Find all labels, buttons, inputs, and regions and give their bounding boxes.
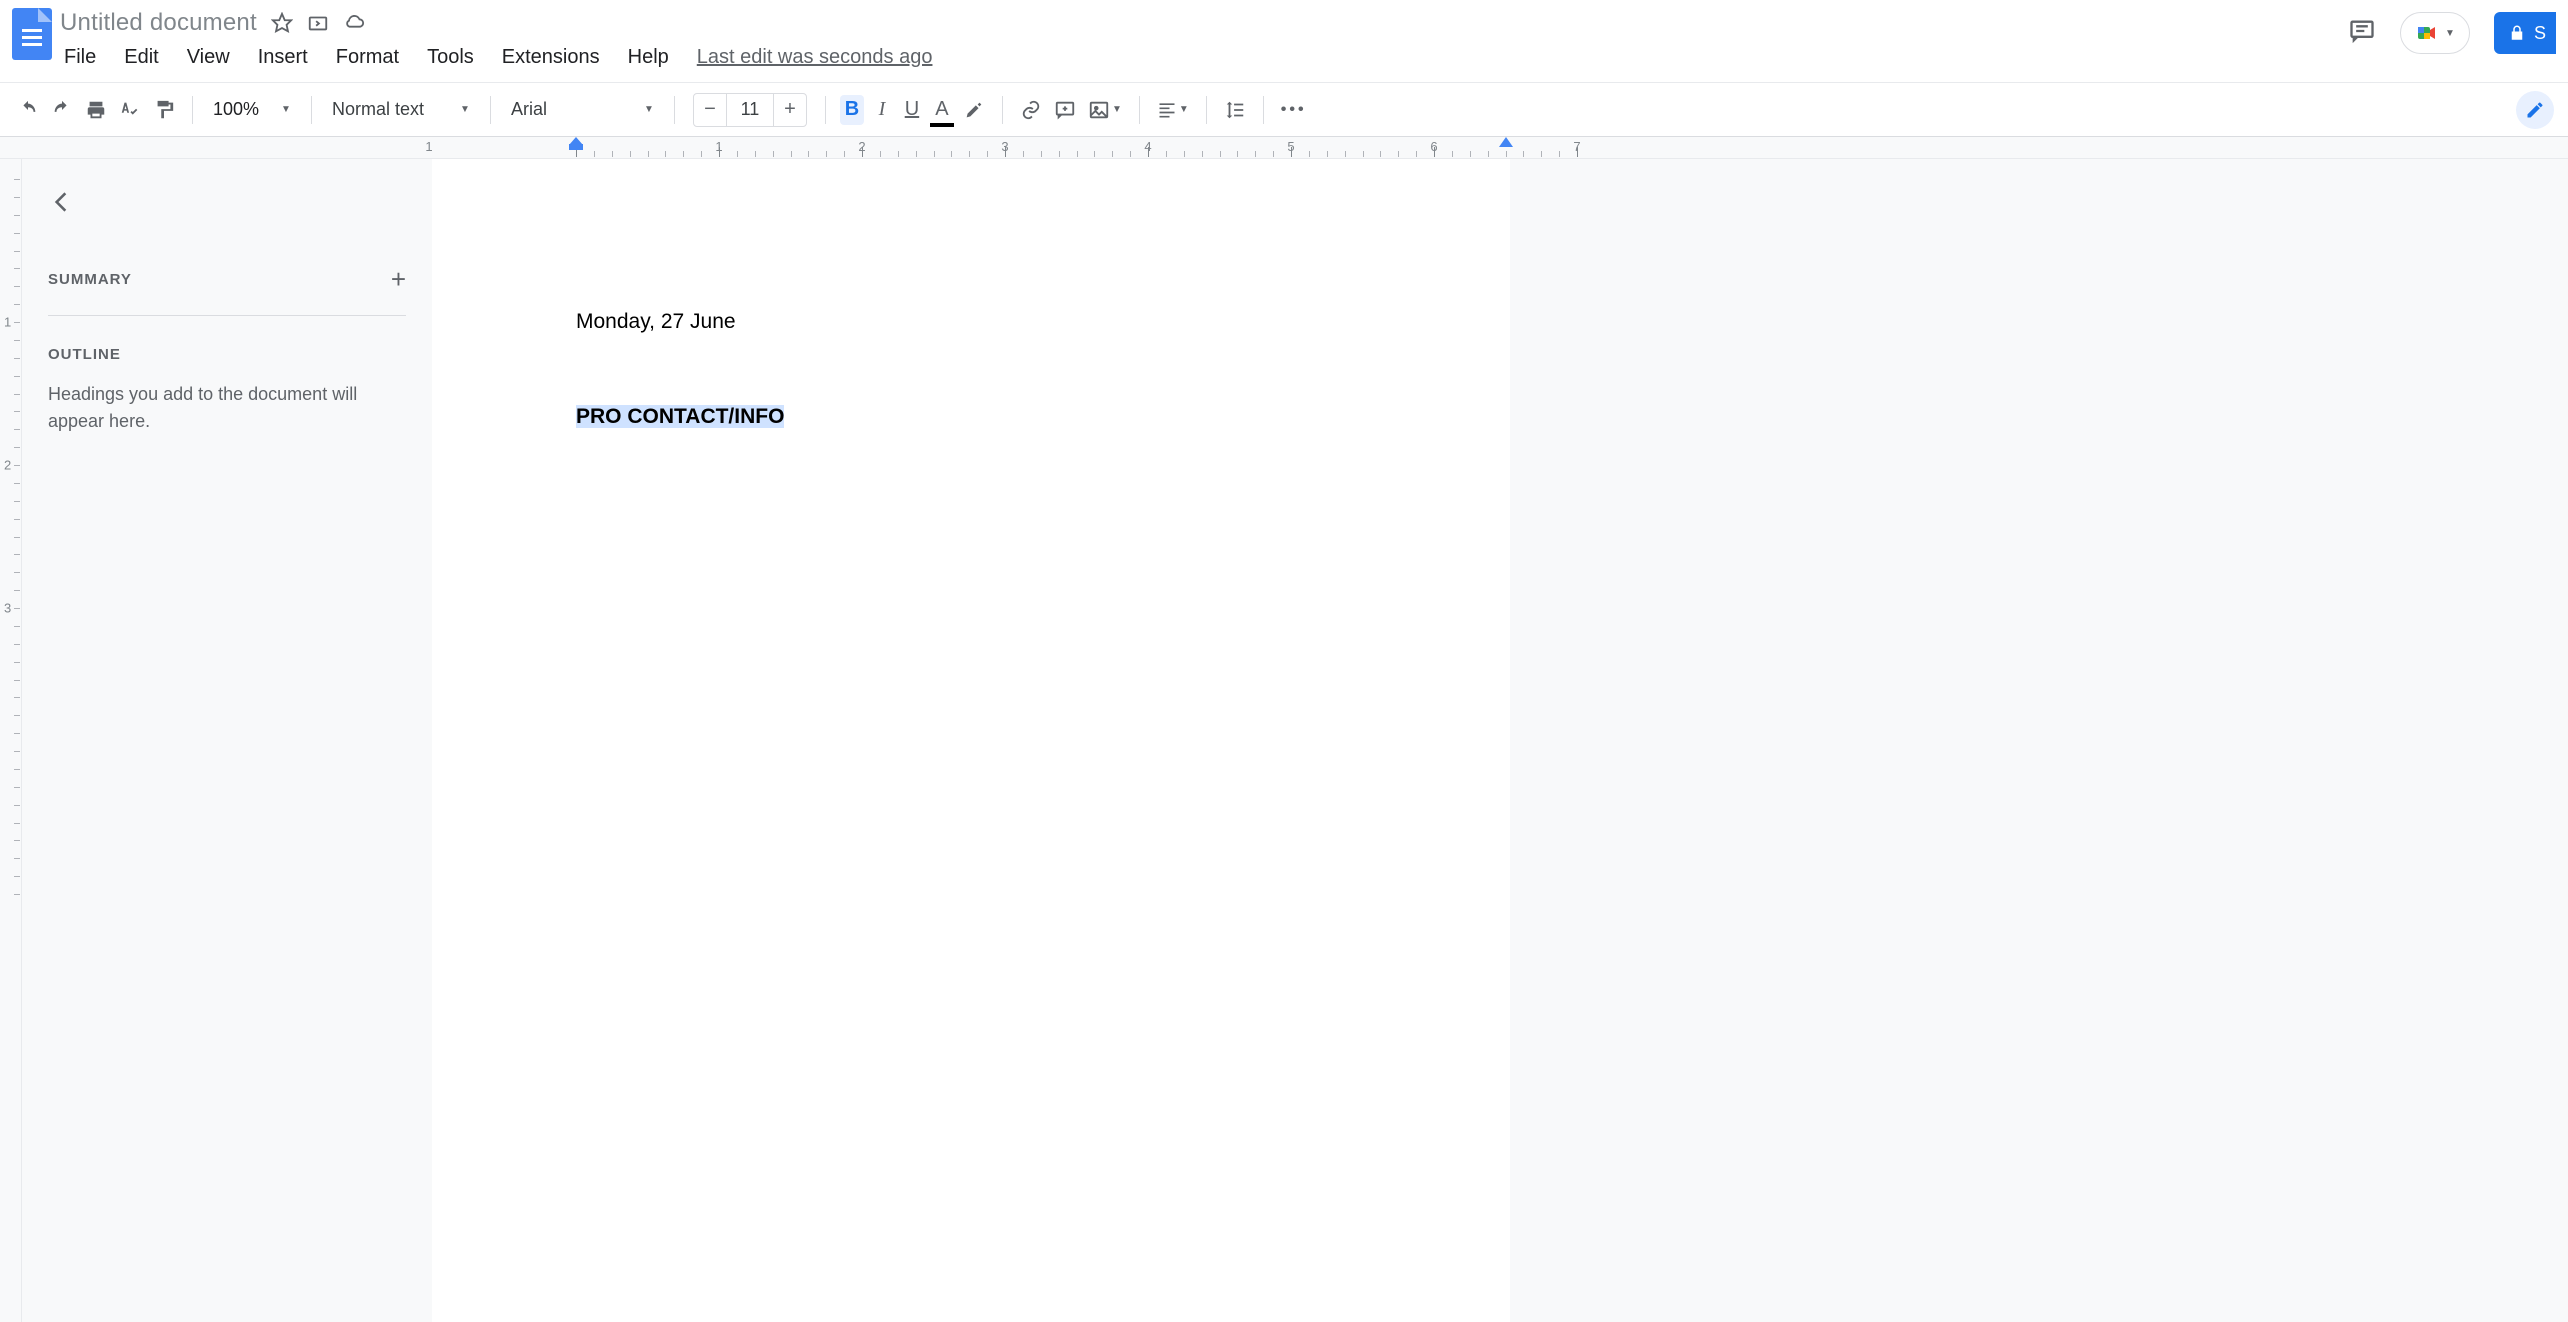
italic-button[interactable]: I: [870, 95, 894, 125]
summary-add-button[interactable]: +: [391, 264, 406, 295]
fontsize-stepper: − +: [693, 93, 807, 127]
fontsize-increase-button[interactable]: +: [774, 94, 806, 126]
outline-panel: SUMMARY + OUTLINE Headings you add to th…: [22, 159, 432, 1322]
document-line-2[interactable]: PRO CONTACT/INFO: [576, 404, 1366, 429]
spellcheck-button[interactable]: [116, 95, 144, 125]
chevron-down-icon: ▼: [644, 104, 654, 115]
document-title[interactable]: Untitled document: [60, 9, 257, 37]
chevron-down-icon: ▼: [1179, 104, 1189, 115]
toolbar: 100% ▼ Normal text ▼ Arial ▼ − + B I U A…: [0, 82, 2568, 137]
menubar: File Edit View Insert Format Tools Exten…: [60, 42, 2340, 72]
titlebar: Untitled document File Edit View Insert …: [0, 0, 2568, 82]
insert-link-button[interactable]: [1017, 95, 1045, 125]
chevron-down-icon: ▼: [281, 104, 291, 115]
print-button[interactable]: [82, 95, 110, 125]
menu-file[interactable]: File: [64, 46, 96, 69]
outline-empty-text: Headings you add to the document will ap…: [48, 381, 406, 435]
zoom-value: 100%: [213, 99, 259, 120]
comments-history-icon[interactable]: [2348, 17, 2376, 50]
title-area: Untitled document File Edit View Insert …: [60, 8, 2340, 72]
underline-button[interactable]: U: [900, 95, 924, 125]
last-edit-link[interactable]: Last edit was seconds ago: [697, 46, 933, 69]
menu-format[interactable]: Format: [336, 46, 399, 69]
menu-edit[interactable]: Edit: [124, 46, 158, 69]
page-scroll[interactable]: Monday, 27 June PRO CONTACT/INFO: [432, 159, 2568, 1322]
insert-image-button[interactable]: ▼: [1085, 95, 1125, 125]
fontsize-decrease-button[interactable]: −: [694, 94, 726, 126]
chevron-down-icon: ▼: [2445, 28, 2455, 39]
horizontal-ruler[interactable]: 11234567: [0, 137, 2568, 159]
document-line-2-text: PRO CONTACT/INFO: [576, 405, 784, 428]
menu-help[interactable]: Help: [628, 46, 669, 69]
star-icon[interactable]: [271, 12, 293, 34]
text-color-button[interactable]: A: [930, 95, 954, 125]
title-row: Untitled document: [60, 8, 2340, 38]
chevron-down-icon: ▼: [1112, 104, 1122, 115]
title-right: ▼ S: [2348, 8, 2556, 58]
undo-button[interactable]: [14, 95, 42, 125]
highlight-button[interactable]: [960, 95, 988, 125]
indent-marker[interactable]: [569, 137, 583, 150]
zoom-select[interactable]: 100% ▼: [207, 99, 297, 120]
menu-view[interactable]: View: [187, 46, 230, 69]
bold-button[interactable]: B: [840, 95, 864, 125]
align-button[interactable]: ▼: [1154, 95, 1192, 125]
paragraph-style-value: Normal text: [332, 99, 424, 120]
fontsize-input[interactable]: [726, 94, 774, 126]
right-indent-marker[interactable]: [1499, 137, 1513, 147]
document-line-1[interactable]: Monday, 27 June: [576, 309, 1366, 334]
font-family-select[interactable]: Arial ▼: [505, 99, 660, 120]
cloud-status-icon[interactable]: [343, 12, 365, 34]
insert-comment-button[interactable]: [1051, 95, 1079, 125]
document-page[interactable]: Monday, 27 June PRO CONTACT/INFO: [432, 159, 1510, 1322]
menu-insert[interactable]: Insert: [258, 46, 308, 69]
paragraph-style-select[interactable]: Normal text ▼: [326, 99, 476, 120]
workspace: 123 SUMMARY + OUTLINE Headings you add t…: [0, 159, 2568, 1322]
menu-tools[interactable]: Tools: [427, 46, 474, 69]
chevron-down-icon: ▼: [460, 104, 470, 115]
summary-label: SUMMARY: [48, 271, 132, 288]
share-button-label: S: [2534, 23, 2546, 44]
outline-back-button[interactable]: [48, 189, 406, 220]
outline-label: OUTLINE: [48, 346, 406, 363]
summary-header-row: SUMMARY +: [48, 264, 406, 295]
paint-format-button[interactable]: [150, 95, 178, 125]
share-button[interactable]: S: [2494, 12, 2556, 54]
move-icon[interactable]: [307, 12, 329, 34]
redo-button[interactable]: [48, 95, 76, 125]
docs-logo-icon[interactable]: [12, 8, 52, 60]
menu-extensions[interactable]: Extensions: [502, 46, 600, 69]
line-spacing-button[interactable]: [1221, 95, 1249, 125]
more-button[interactable]: •••: [1278, 95, 1310, 125]
editing-mode-button[interactable]: [2516, 91, 2554, 129]
vertical-ruler[interactable]: 123: [0, 159, 22, 1322]
meet-button[interactable]: ▼: [2400, 12, 2470, 54]
font-family-value: Arial: [511, 99, 547, 120]
outline-divider: [48, 315, 406, 316]
